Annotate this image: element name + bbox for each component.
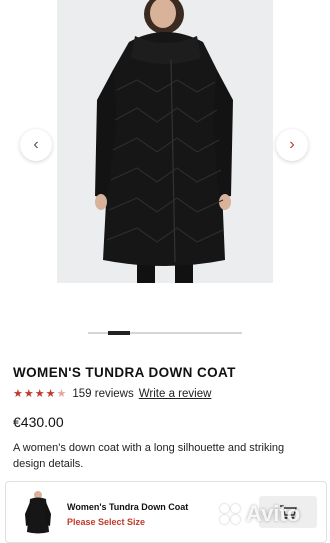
watermark-logo-icon	[220, 504, 242, 524]
product-gallery: ‹ ›	[0, 0, 330, 345]
product-photo	[57, 0, 273, 283]
chevron-left-icon: ‹	[33, 136, 39, 153]
star-half-icon: ★	[56, 387, 67, 400]
star-icon: ★	[13, 387, 23, 400]
gallery-prev-button[interactable]: ‹	[20, 129, 52, 161]
product-rating: ★ ★ ★ ★ ★ 159 reviews Write a review	[13, 388, 211, 400]
write-review-link[interactable]: Write a review	[139, 388, 212, 400]
gallery-slider-thumb[interactable]	[108, 331, 130, 335]
star-icon: ★	[45, 387, 56, 400]
product-price: €430.00	[13, 414, 64, 430]
chevron-right-icon: ›	[289, 136, 295, 153]
sticky-product-name: Women's Tundra Down Coat	[67, 502, 189, 512]
product-title: WOMEN'S TUNDRA DOWN COAT	[13, 365, 236, 380]
rating-stars: ★ ★ ★ ★ ★	[13, 387, 67, 400]
star-icon: ★	[34, 387, 45, 400]
watermark-text: Avito	[246, 501, 301, 526]
product-description: A women's down coat with a long silhouet…	[13, 442, 285, 470]
star-icon: ★	[23, 387, 34, 400]
gallery-slider[interactable]	[88, 331, 242, 335]
review-count[interactable]: 159 reviews	[72, 388, 133, 400]
product-thumbnail	[20, 490, 56, 536]
select-size-prompt[interactable]: Please Select Size	[67, 517, 145, 527]
gallery-next-button[interactable]: ›	[276, 129, 308, 161]
product-photo-coat	[57, 0, 273, 283]
watermark: Avito	[220, 501, 300, 527]
